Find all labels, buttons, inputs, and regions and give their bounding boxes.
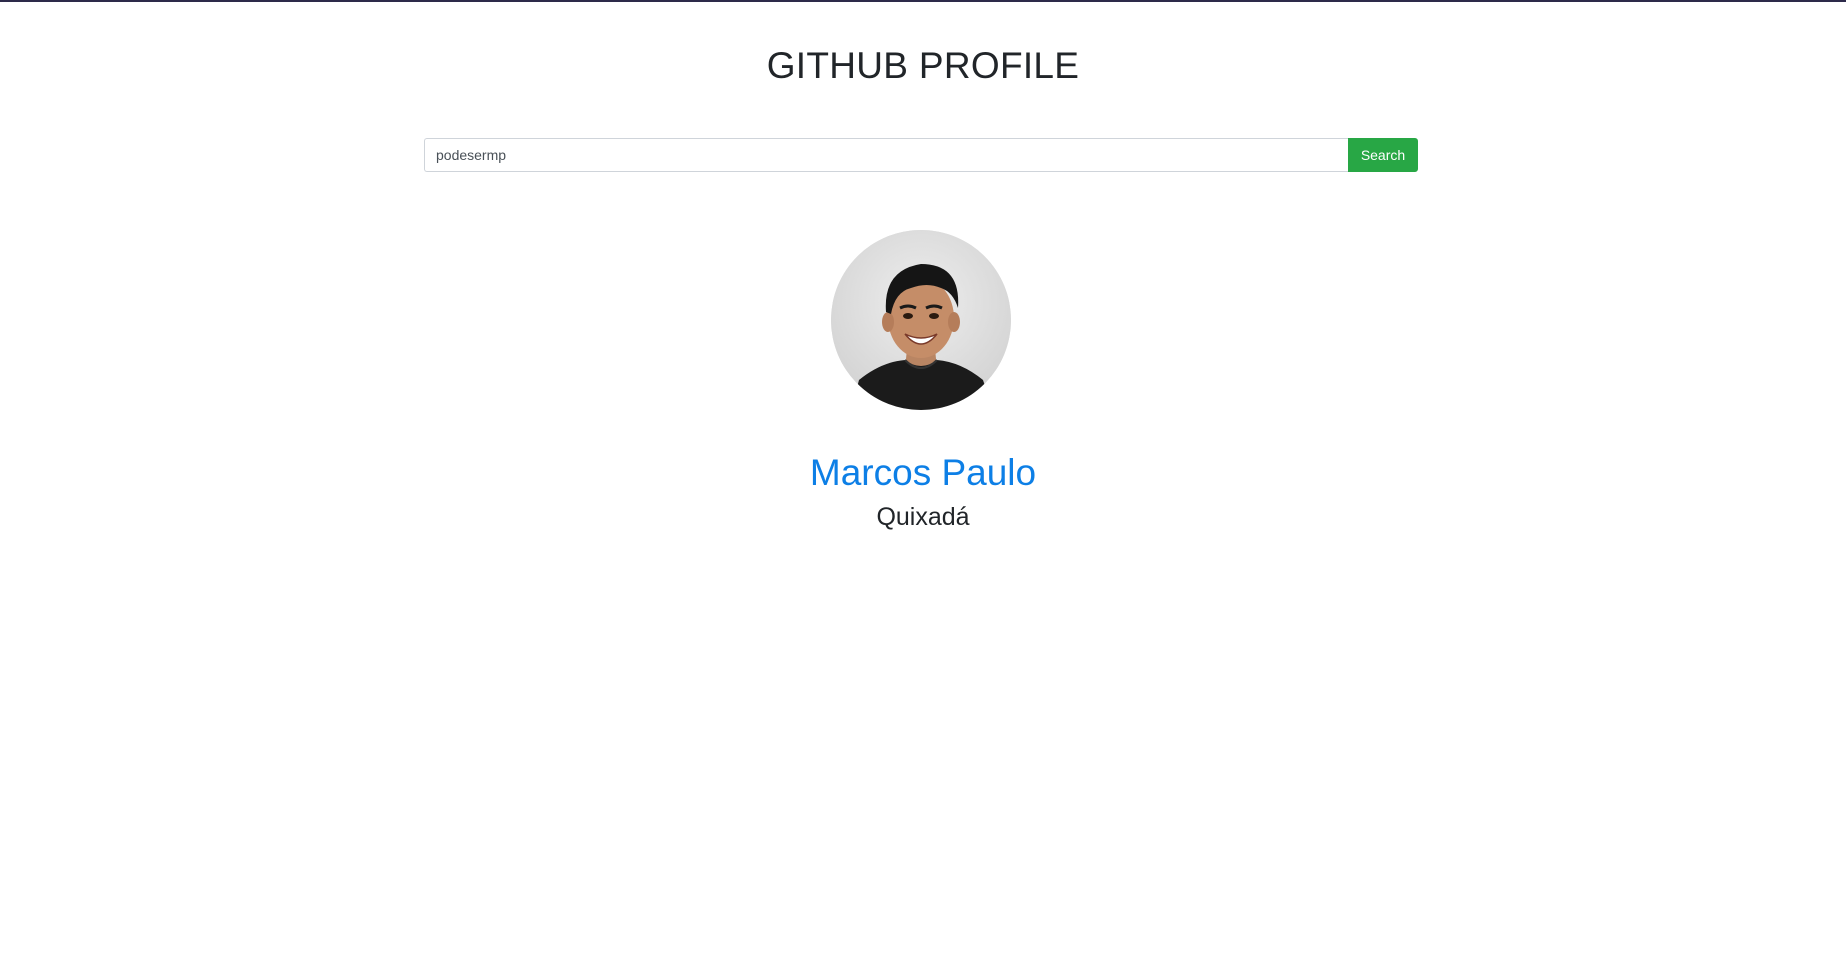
avatar xyxy=(831,230,1011,410)
search-button[interactable]: Search xyxy=(1348,138,1418,172)
search-input[interactable] xyxy=(424,138,1348,172)
search-bar: Search xyxy=(424,138,1418,172)
page-title: GITHUB PROFILE xyxy=(766,45,1080,86)
user-photo-icon xyxy=(831,230,1011,410)
top-border xyxy=(0,0,1846,2)
profile-location: Quixadá xyxy=(876,503,970,531)
profile-name-link[interactable]: Marcos Paulo xyxy=(0,448,1846,498)
